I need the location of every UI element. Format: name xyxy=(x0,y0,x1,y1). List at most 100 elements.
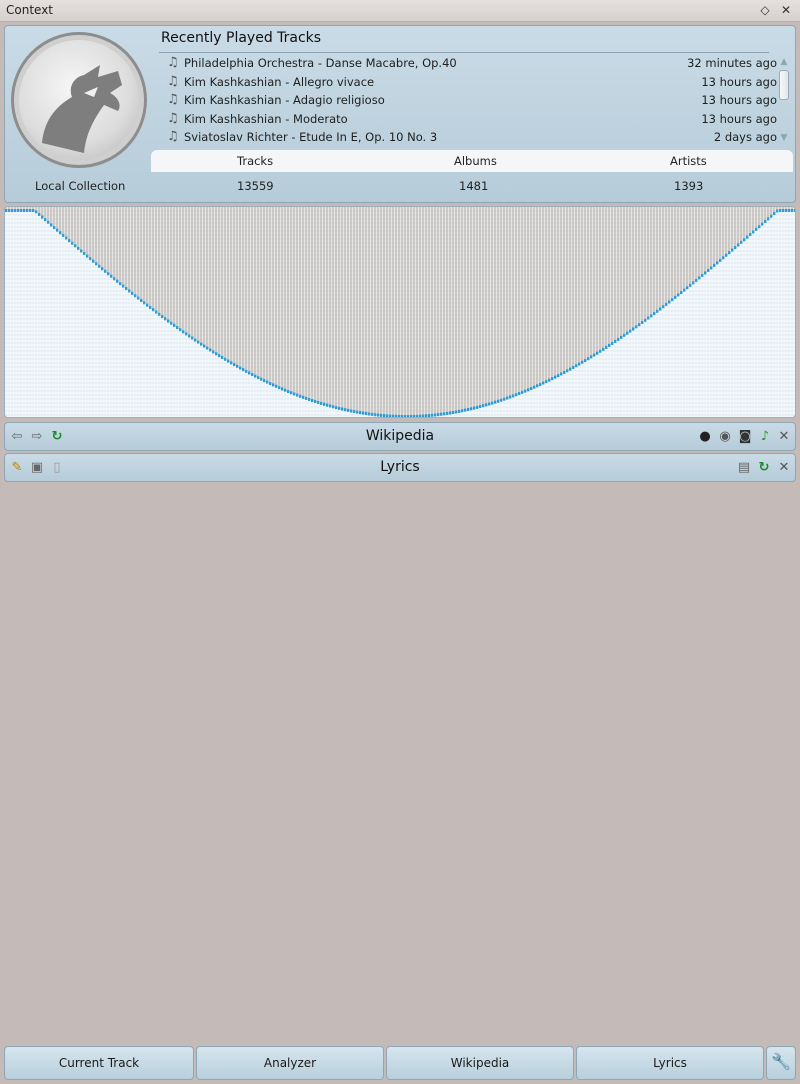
close-icon[interactable]: ✕ xyxy=(778,2,794,18)
analyzer-bar xyxy=(503,399,506,417)
analyzer-empty-column xyxy=(530,207,533,390)
analyzer-empty-column xyxy=(401,207,404,417)
analyzer-bar xyxy=(569,369,572,417)
analyzer-empty-column xyxy=(461,207,464,412)
analyzer-bar xyxy=(293,394,296,417)
track-played-time: 13 hours ago xyxy=(701,93,777,108)
analyzer-peak xyxy=(614,339,617,343)
analyzer-empty-column xyxy=(218,207,221,357)
analyzer-bar xyxy=(227,361,230,417)
analyzer-empty-column xyxy=(404,207,407,417)
window-titlebar: Context ◇ ✕ xyxy=(0,0,800,22)
analyzer-bar xyxy=(122,286,125,417)
analyzer-bar xyxy=(335,408,338,417)
analyzer-peak xyxy=(359,411,362,415)
track-icon[interactable]: ♪ xyxy=(757,429,773,445)
analyzer-bar xyxy=(734,248,737,417)
analyzer-empty-column xyxy=(389,207,392,417)
analyzer-empty-column xyxy=(692,207,695,284)
analyzer-empty-column xyxy=(200,207,203,345)
scroll-down-icon[interactable]: ▼ xyxy=(777,132,791,144)
analyzer-peak xyxy=(632,327,635,331)
analyzer-bar xyxy=(527,390,530,417)
analyzer-bar xyxy=(794,211,795,417)
analyzer-bar xyxy=(683,290,686,417)
analyzer-empty-column xyxy=(596,207,599,354)
analyzer-empty-column xyxy=(320,207,323,404)
wrench-icon[interactable]: 🔧 xyxy=(766,1046,796,1080)
music-note-icon: ♫ xyxy=(167,129,179,145)
analyzer-bar xyxy=(713,265,716,417)
amarok-logo-icon xyxy=(11,32,147,168)
analyzer-peak xyxy=(428,414,431,417)
analyzer-peak xyxy=(263,379,266,383)
layout-icon[interactable]: ▤ xyxy=(736,460,752,476)
settings-icon[interactable]: ✕ xyxy=(776,460,792,476)
list-item[interactable]: ♫ Sviatoslav Richter - Etude In E, Op. 1… xyxy=(165,128,777,147)
album-icon[interactable]: ◙ xyxy=(737,429,753,445)
settings-icon[interactable]: ✕ xyxy=(776,429,792,445)
analyzer-peak xyxy=(317,400,320,404)
tab-lyrics[interactable]: Lyrics xyxy=(576,1046,764,1080)
analyzer-bar xyxy=(731,250,734,417)
analyzer-peak xyxy=(554,375,557,379)
list-item[interactable]: ♫ Kim Kashkashian - Allegro vivace 13 ho… xyxy=(165,73,777,92)
tracks-header: Tracks xyxy=(237,154,274,168)
analyzer-peak xyxy=(326,403,329,407)
tab-current-track[interactable]: Current Track xyxy=(4,1046,194,1080)
analyzer-empty-column xyxy=(701,207,704,276)
analyzer-empty-column xyxy=(116,207,119,282)
tab-wikipedia[interactable]: Wikipedia xyxy=(386,1046,574,1080)
analyzer-empty-column xyxy=(107,207,110,275)
artist-icon[interactable]: ● xyxy=(697,429,713,445)
analyzer-peak xyxy=(269,382,272,386)
restore-icon[interactable]: ◇ xyxy=(757,2,773,18)
analyzer-empty-column xyxy=(755,207,758,230)
analyzer-peak xyxy=(737,243,740,247)
list-item[interactable]: ♫ Kim Kashkashian - Adagio religioso 13 … xyxy=(165,91,777,110)
analyzer-empty-column xyxy=(230,207,233,364)
analyzer-bar xyxy=(20,211,23,417)
analyzer-bar xyxy=(587,359,590,417)
analyzer-bar xyxy=(59,233,62,417)
analyzer-peak xyxy=(131,291,134,295)
analyzer-peak xyxy=(608,343,611,347)
analyzer-bar xyxy=(86,256,89,417)
analyzer-empty-column xyxy=(608,207,611,346)
analyzer-peak xyxy=(302,395,305,399)
analyzer-empty-column xyxy=(758,207,761,228)
analyzer-empty-column xyxy=(182,207,185,333)
analyzer-peak xyxy=(689,283,692,287)
analyzer-empty-column xyxy=(335,207,338,409)
analyzer-empty-column xyxy=(101,207,104,270)
scroll-thumb[interactable] xyxy=(779,70,789,100)
analyzer-bar xyxy=(290,393,293,417)
scroll-up-icon[interactable]: ▲ xyxy=(777,56,791,68)
composer-icon[interactable]: ◉ xyxy=(717,429,733,445)
analyzer-bar xyxy=(83,254,86,417)
analyzer-empty-column xyxy=(344,207,347,411)
music-note-icon: ♫ xyxy=(167,73,179,89)
tab-analyzer[interactable]: Analyzer xyxy=(196,1046,384,1080)
analyzer-bar xyxy=(788,211,791,417)
analyzer-empty-column xyxy=(395,207,398,417)
analyzer-peak xyxy=(764,219,767,223)
analyzer-bar xyxy=(722,258,725,417)
analyzer-peak xyxy=(41,215,44,219)
analyzer-bar xyxy=(479,407,482,417)
tracks-scrollbar[interactable]: ▲ ▼ xyxy=(777,56,791,144)
analyzer-empty-column xyxy=(425,207,428,417)
analyzer-empty-column xyxy=(737,207,740,246)
analyzer-peak xyxy=(173,323,176,327)
analyzer-peak xyxy=(734,246,737,250)
list-item[interactable]: ♫ Kim Kashkashian - Moderato 13 hours ag… xyxy=(165,110,777,129)
analyzer-empty-column xyxy=(449,207,452,414)
reload-icon[interactable]: ↻ xyxy=(756,460,772,476)
analyzer-empty-column xyxy=(398,207,401,417)
analyzer-empty-column xyxy=(269,207,272,385)
analyzer-bar xyxy=(506,398,509,417)
analyzer-bar xyxy=(224,359,227,417)
analyzer-bar xyxy=(14,211,17,417)
list-item[interactable]: ♫ Philadelphia Orchestra - Danse Macabre… xyxy=(165,54,777,73)
analyzer-empty-column xyxy=(728,207,731,254)
